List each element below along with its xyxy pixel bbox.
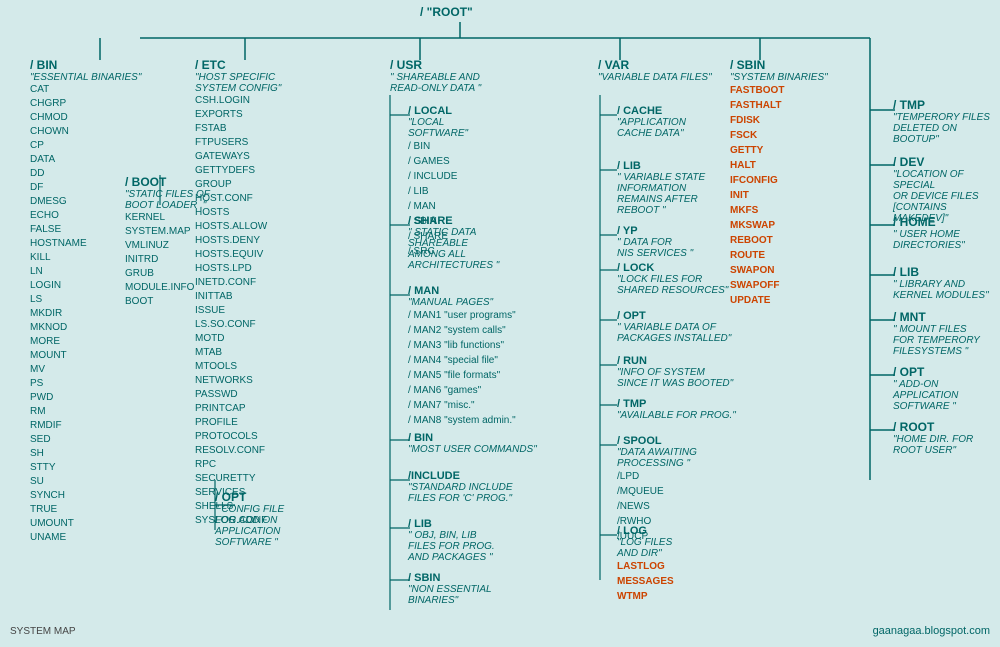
usr-lib-node: / LIB " OBJ, BIN, LIBFILES FOR PROG.AND …	[408, 518, 495, 563]
var-cache-node: / CACHE "APPLICATIONCACHE DATA"	[617, 105, 686, 139]
mnt-node: / MNT " MOUNT FILESFOR TEMPERORYFILESYST…	[893, 310, 980, 357]
usr-share-node: / SHARE " STATIC DATASHAREABLEAMONG ALLA…	[408, 215, 499, 271]
system-map-label: SYSTEM MAP	[10, 626, 76, 637]
watermark: gaanagaa.blogspot.com	[873, 625, 990, 637]
var-opt-node: / OPT " VARIABLE DATA OFPACKAGES INSTALL…	[617, 310, 731, 344]
tmp-node: / TMP "TEMPERORY FILESDELETED ON BOOTUP"	[893, 98, 1000, 145]
etc-node: / ETC "HOST SPECIFICSYSTEM CONFIG" CSH.L…	[195, 58, 281, 528]
root-home-node: / ROOT "HOME DIR. FORROOT USER"	[893, 420, 973, 456]
var-tmp-node: / TMP "AVAILABLE FOR PROG."	[617, 398, 736, 421]
usr-node: / USR " SHAREABLE ANDREAD-ONLY DATA "	[390, 58, 481, 94]
etc-opt-node: / OPT " CONFIG FILEFOR ADD ONAPPLICATION…	[215, 490, 284, 548]
var-lock-node: / LOCK "LOCK FILES FORSHARED RESOURCES"	[617, 262, 728, 296]
root-node: / "ROOT"	[420, 5, 473, 19]
home-node: / HOME " USER HOMEDIRECTORIES"	[893, 215, 965, 251]
tree-container: / "ROOT" / BIN "ESSENTIAL BINARIES" CATC…	[0, 0, 1000, 647]
sbin-node: / SBIN "SYSTEM BINARIES" FASTBOOTFASTHAL…	[730, 58, 828, 308]
var-lib-node: / LIB " VARIABLE STATEINFORMATIONREMAINS…	[617, 160, 705, 216]
usr-man-node: / MAN "MANUAL PAGES" / MAN1 "user progra…	[408, 285, 516, 428]
dev-node: / DEV "LOCATION OF SPECIALOR DEVICE FILE…	[893, 155, 1000, 224]
var-node: / VAR "VARIABLE DATA FILES"	[598, 58, 712, 83]
var-yp-node: / YP " DATA FORNIS SERVICES "	[617, 225, 693, 259]
opt-node: / OPT " ADD-ON APPLICATIONSOFTWARE "	[893, 365, 1000, 412]
usr-include-node: /INCLUDE "STANDARD INCLUDEFILES FOR 'C' …	[408, 470, 513, 504]
usr-bin-node: / BIN "MOST USER COMMANDS"	[408, 432, 537, 455]
usr-sbin-node: / SBIN "NON ESSENTIALBINARIES"	[408, 572, 492, 606]
var-log-node: / LOG "LOG FILESAND DIR" LASTLOGMESSAGES…	[617, 525, 674, 604]
lib-node: / LIB " LIBRARY ANDKERNEL MODULES"	[893, 265, 989, 301]
var-run-node: / RUN "INFO OF SYSTEMSINCE IT WAS BOOTED…	[617, 355, 733, 389]
